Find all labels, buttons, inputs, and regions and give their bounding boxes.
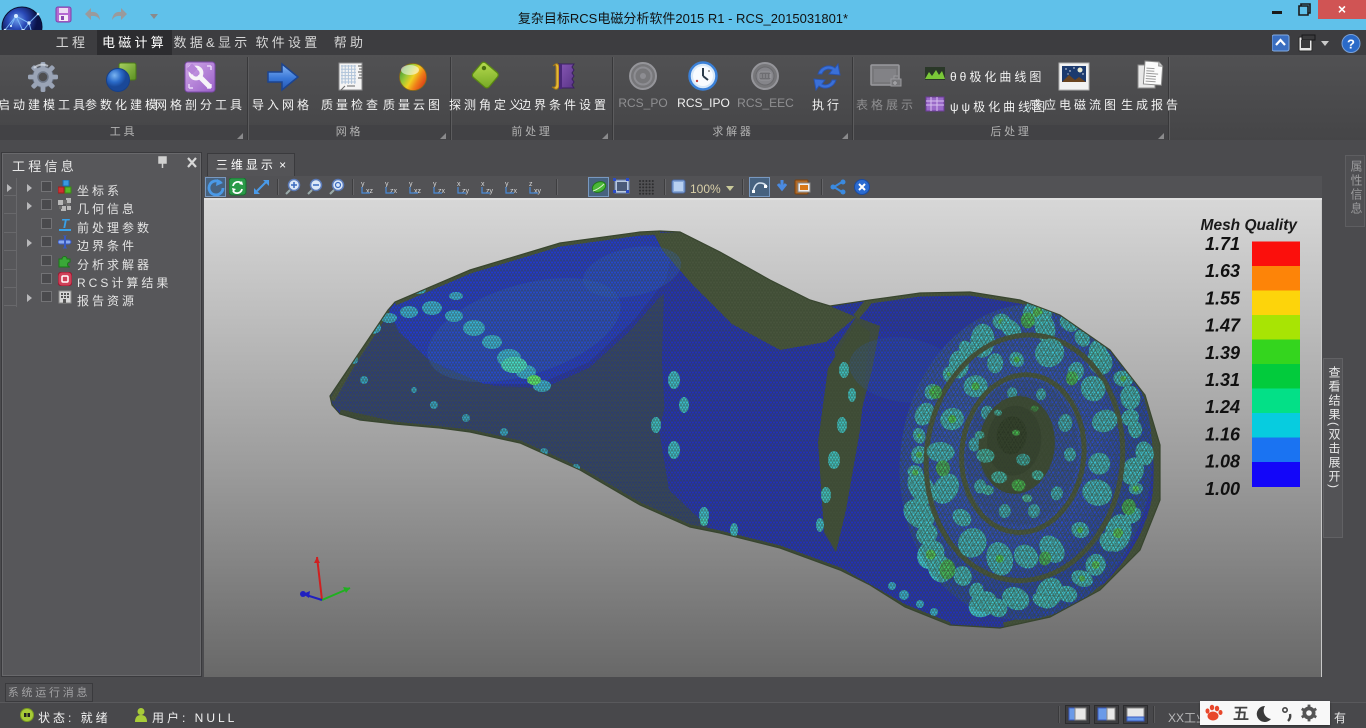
svg-text:y: y [505, 181, 509, 188]
svg-text:1.31: 1.31 [1205, 370, 1240, 390]
svg-text:Mesh Quality: Mesh Quality [1201, 217, 1299, 234]
svg-text:1.08: 1.08 [1205, 452, 1240, 472]
svg-text:zx: zx [390, 188, 398, 195]
svg-text:xy: xy [534, 188, 542, 195]
svg-text:五: 五 [1233, 706, 1253, 723]
svg-text:?: ? [1347, 37, 1355, 52]
svg-text:y: y [433, 181, 437, 188]
svg-text:xz: xz [366, 188, 374, 195]
svg-text:xz: xz [414, 188, 422, 195]
svg-text:zx: zx [510, 188, 518, 195]
svg-text:1.55: 1.55 [1205, 288, 1241, 308]
svg-text:x: x [457, 181, 461, 188]
svg-text:zy: zy [486, 188, 494, 195]
svg-text:zx: zx [438, 188, 446, 195]
svg-text:1.47: 1.47 [1205, 316, 1241, 336]
svg-text:1.24: 1.24 [1205, 397, 1240, 417]
svg-text:z: z [529, 181, 533, 188]
svg-text:x: x [481, 181, 485, 188]
svg-text:1.71: 1.71 [1205, 234, 1240, 254]
svg-text:y: y [361, 181, 365, 188]
svg-text:y: y [385, 181, 389, 188]
svg-text:y: y [409, 181, 413, 188]
svg-text:1.00: 1.00 [1205, 479, 1240, 499]
svg-text:1.39: 1.39 [1205, 343, 1240, 363]
svg-text:1.63: 1.63 [1205, 261, 1240, 281]
svg-text:1.16: 1.16 [1205, 424, 1241, 444]
svg-text:T: T [61, 217, 70, 231]
svg-text:zy: zy [462, 188, 470, 195]
